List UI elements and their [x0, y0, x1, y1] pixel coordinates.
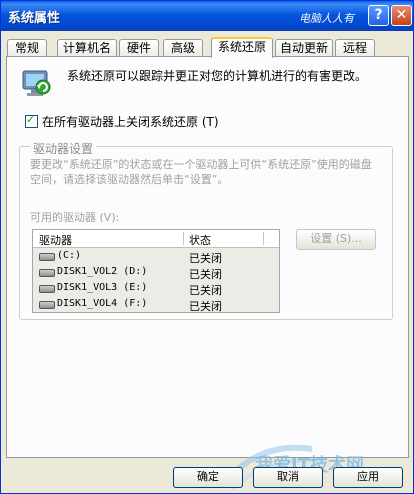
drive-name: DISK1_VOL4 (F:) — [57, 298, 148, 309]
drive-icon — [39, 269, 55, 277]
available-drives-label: 可用的驱动器 (V): — [30, 211, 120, 224]
tab-general[interactable]: 常规 — [7, 39, 47, 57]
watermark-text-top: 电脑人人有 — [299, 12, 354, 25]
tab-remote[interactable]: 远程 — [335, 39, 375, 57]
drive-name: DISK1_VOL3 (E:) — [57, 282, 148, 293]
drive-icon — [39, 301, 55, 309]
tab-automatic-updates[interactable]: 自动更新 — [275, 39, 333, 57]
drive-settings-group: 驱动器设置 要更改“系统还原”的状态或在一个驱动器上可供“系统还原”使用的磁盘空… — [19, 140, 393, 320]
tab-hardware[interactable]: 硬件 — [119, 39, 159, 57]
drive-name: DISK1_VOL2 (D:) — [57, 266, 148, 277]
turn-off-system-restore-row[interactable]: 在所有驱动器上关闭系统还原 (T) — [25, 113, 219, 130]
apply-button[interactable]: 应用 — [333, 467, 403, 488]
window-title: 系统属性 — [8, 11, 61, 26]
ok-button[interactable]: 确定 — [173, 467, 243, 488]
drives-list[interactable]: 驱动器 状态 (C:) 已关闭 DISK1_VOL2 (D:) 已关闭 DISK… — [32, 229, 280, 313]
turn-off-system-restore-checkbox[interactable] — [25, 113, 38, 128]
cancel-button[interactable]: 取消 — [253, 467, 323, 488]
tab-panel-system-restore: 系统还原可以跟踪并更正对您的计算机进行的有害更改。 在所有驱动器上关闭系统还原 … — [6, 56, 409, 458]
help-button[interactable]: ? — [368, 5, 389, 26]
system-properties-dialog: 系统属性 电脑人人有 ? ✕ 常规 计算机名 硬件 高级 系统还原 自动更新 远… — [0, 0, 414, 494]
drive-row[interactable]: (C:) 已关闭 — [33, 248, 279, 265]
column-separator[interactable] — [183, 232, 184, 245]
settings-button[interactable]: 设置 (S)... — [296, 229, 376, 250]
tab-strip: 常规 计算机名 硬件 高级 系统还原 自动更新 远程 — [5, 37, 409, 58]
drive-row[interactable]: DISK1_VOL3 (E:) 已关闭 — [33, 280, 279, 297]
drive-icon — [39, 253, 55, 261]
system-restore-icon — [22, 70, 51, 96]
tab-computer-name[interactable]: 计算机名 — [57, 39, 117, 57]
drive-row[interactable]: DISK1_VOL2 (D:) 已关闭 — [33, 264, 279, 281]
turn-off-system-restore-label[interactable]: 在所有驱动器上关闭系统还原 (T) — [42, 115, 219, 129]
tab-system-restore[interactable]: 系统还原 — [211, 37, 273, 58]
drive-name: (C:) — [57, 250, 82, 261]
title-bar[interactable]: 系统属性 电脑人人有 ? ✕ — [1, 1, 413, 31]
drive-settings-description: 要更改“系统还原”的状态或在一个驱动器上可供“系统还原”使用的磁盘空间，请选择该… — [30, 158, 372, 186]
drive-settings-label: 驱动器设置 — [30, 140, 97, 157]
drive-row[interactable]: DISK1_VOL4 (F:) 已关闭 — [33, 296, 279, 313]
drive-status: 已关闭 — [189, 300, 222, 313]
panel-description: 系统还原可以跟踪并更正对您的计算机进行的有害更改。 — [67, 69, 368, 83]
drives-list-header: 驱动器 状态 — [33, 230, 279, 248]
column-header-drive[interactable]: 驱动器 — [39, 232, 72, 248]
column-header-status[interactable]: 状态 — [189, 232, 211, 248]
drive-icon — [39, 285, 55, 293]
close-button[interactable]: ✕ — [391, 5, 412, 26]
tab-advanced[interactable]: 高级 — [163, 39, 203, 57]
column-separator[interactable] — [263, 232, 264, 245]
